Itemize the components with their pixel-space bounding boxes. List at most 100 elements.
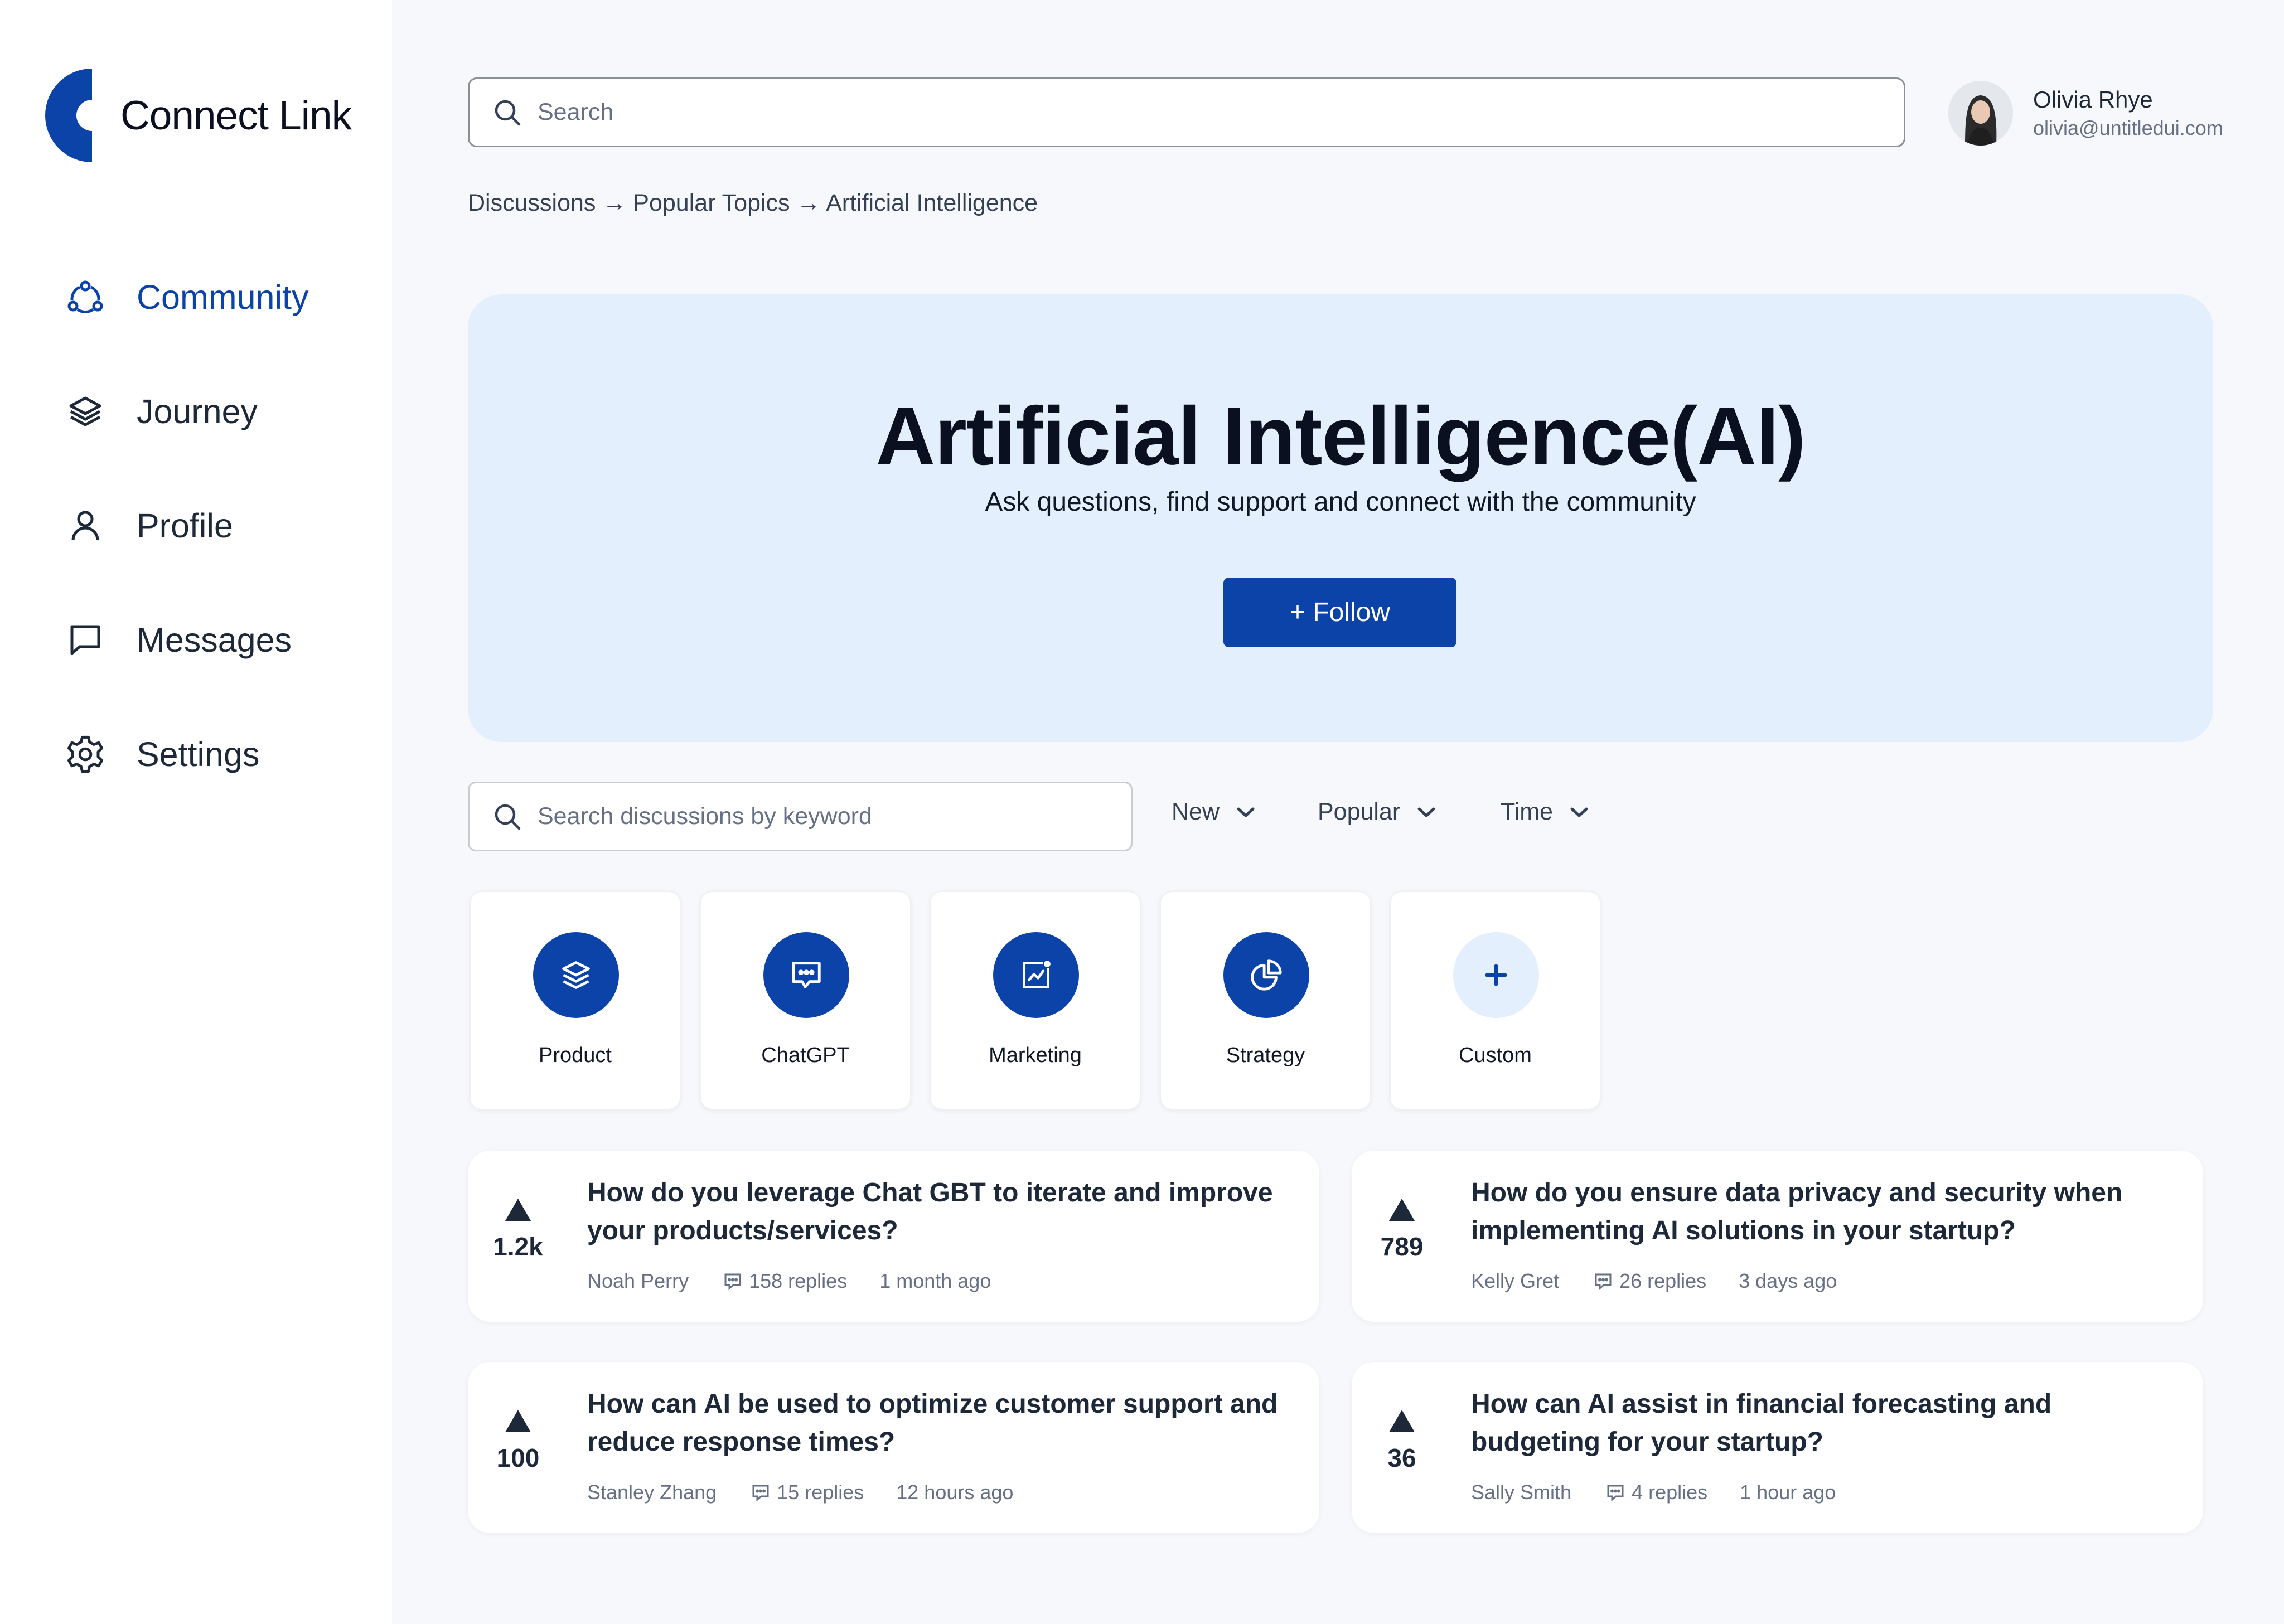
chart-icon xyxy=(993,932,1079,1018)
sidebar: Connect Link Community Journey Profile M… xyxy=(0,0,392,1624)
chevron-down-icon xyxy=(1417,807,1435,817)
sidebar-item-label: Messages xyxy=(137,621,292,659)
author-name[interactable]: Stanley Zhang xyxy=(587,1481,717,1504)
sidebar-item-label: Community xyxy=(137,278,309,316)
sidebar-item-messages[interactable]: Messages xyxy=(65,620,292,660)
replies[interactable]: 158 replies xyxy=(723,1269,847,1293)
search-icon xyxy=(495,804,521,830)
layers-icon xyxy=(65,391,105,432)
pie-icon xyxy=(1223,932,1309,1018)
category-label: ChatGPT xyxy=(761,1044,850,1067)
discussion-meta: Stanley Zhang 15 replies 12 hours ago xyxy=(587,1481,1013,1504)
comment-icon xyxy=(1595,1273,1612,1291)
discussion-meta: Sally Smith 4 replies 1 hour ago xyxy=(1471,1481,1836,1504)
discussion-card[interactable]: 100 How can AI be used to optimize custo… xyxy=(468,1362,1319,1533)
filter-label: Time xyxy=(1501,798,1553,825)
sidebar-item-settings[interactable]: Settings xyxy=(65,734,259,774)
filter-new[interactable]: New xyxy=(1172,798,1255,826)
author-name[interactable]: Sally Smith xyxy=(1471,1481,1571,1504)
filter-label: Popular xyxy=(1318,798,1401,825)
gear-icon xyxy=(65,734,105,774)
vote-widget: 36 xyxy=(1374,1409,1430,1473)
user-menu[interactable]: Olivia Rhye olivia@untitledui.com xyxy=(1948,81,2223,146)
discussion-title[interactable]: How do you leverage Chat GBT to iterate … xyxy=(587,1174,1284,1250)
category-custom[interactable]: Custom xyxy=(1390,891,1601,1110)
category-label: Custom xyxy=(1459,1044,1532,1067)
author-name[interactable]: Noah Perry xyxy=(587,1269,689,1293)
replies[interactable]: 26 replies xyxy=(1594,1269,1706,1293)
filter-time[interactable]: Time xyxy=(1501,798,1589,826)
chevron-down-icon xyxy=(1237,807,1255,817)
comment-icon xyxy=(752,1485,769,1502)
author-name[interactable]: Kelly Gret xyxy=(1471,1269,1559,1293)
upvote-icon[interactable] xyxy=(504,1409,532,1433)
filter-label: New xyxy=(1172,798,1220,825)
category-label: Marketing xyxy=(989,1044,1082,1067)
user-email: olivia@untitledui.com xyxy=(2033,117,2223,139)
vote-count: 100 xyxy=(496,1443,540,1472)
category-strategy[interactable]: Strategy xyxy=(1160,891,1371,1110)
global-search[interactable]: Search xyxy=(468,77,1905,147)
chevron-down-icon xyxy=(1570,807,1588,817)
vote-widget: 1.2k xyxy=(490,1198,546,1262)
category-label: Strategy xyxy=(1226,1044,1305,1067)
vote-widget: 789 xyxy=(1374,1198,1430,1262)
upvote-icon[interactable] xyxy=(1388,1198,1416,1222)
logo-mark-icon xyxy=(45,69,92,162)
category-chatgpt[interactable]: ChatGPT xyxy=(700,891,911,1110)
category-label: Product xyxy=(539,1044,612,1067)
discussion-search-input[interactable]: Search discussions by keyword xyxy=(538,803,872,830)
replies[interactable]: 15 replies xyxy=(751,1481,864,1504)
discussion-search[interactable]: Search discussions by keyword xyxy=(468,782,1133,851)
replies[interactable]: 4 replies xyxy=(1606,1481,1707,1504)
brand-logo[interactable]: Connect Link xyxy=(41,69,352,162)
upvote-icon[interactable] xyxy=(1388,1409,1416,1433)
timestamp: 3 days ago xyxy=(1739,1269,1837,1292)
user-icon xyxy=(65,506,105,546)
sidebar-item-label: Settings xyxy=(137,735,260,773)
layers-icon xyxy=(533,932,619,1018)
reply-count: 15 replies xyxy=(777,1481,864,1504)
discussion-card[interactable]: 36 How can AI assist in financial foreca… xyxy=(1352,1362,2203,1533)
category-product[interactable]: Product xyxy=(470,891,681,1110)
sidebar-item-journey[interactable]: Journey xyxy=(65,391,258,432)
brand-name: Connect Link xyxy=(120,93,352,138)
sidebar-item-profile[interactable]: Profile xyxy=(65,506,233,546)
discussion-meta: Noah Perry 158 replies 1 month ago xyxy=(587,1269,991,1293)
page-title: Artificial Intelligence(AI) xyxy=(875,390,1806,482)
discussion-title[interactable]: How can AI assist in financial forecasti… xyxy=(1471,1385,2168,1461)
discussion-card[interactable]: 1.2k How do you leverage Chat GBT to ite… xyxy=(468,1151,1319,1322)
community-icon xyxy=(65,277,105,317)
discussion-title[interactable]: How do you ensure data privacy and secur… xyxy=(1471,1174,2168,1250)
vote-widget: 100 xyxy=(490,1409,546,1473)
page-subtitle: Ask questions, find support and connect … xyxy=(985,487,1696,517)
sidebar-item-label: Journey xyxy=(137,392,258,430)
reply-count: 26 replies xyxy=(1619,1269,1707,1292)
plus-icon xyxy=(1453,932,1539,1018)
timestamp: 12 hours ago xyxy=(896,1481,1014,1504)
discussion-title[interactable]: How can AI be used to optimize customer … xyxy=(587,1385,1284,1461)
filter-popular[interactable]: Popular xyxy=(1318,798,1436,826)
chat-icon xyxy=(763,932,849,1018)
topic-hero: Artificial Intelligence(AI) Ask question… xyxy=(468,294,2213,742)
user-info: Olivia Rhye olivia@untitledui.com xyxy=(2033,86,2223,140)
discussion-card[interactable]: 789 How do you ensure data privacy and s… xyxy=(1352,1151,2203,1322)
follow-button[interactable]: + Follow xyxy=(1223,578,1456,647)
category-marketing[interactable]: Marketing xyxy=(930,891,1141,1110)
search-input[interactable]: Search xyxy=(538,99,613,126)
message-icon xyxy=(65,620,105,660)
vote-count: 1.2k xyxy=(493,1232,543,1261)
vote-count: 36 xyxy=(1387,1443,1416,1472)
sidebar-item-label: Profile xyxy=(137,507,233,545)
reply-count: 4 replies xyxy=(1632,1481,1708,1504)
comment-icon xyxy=(1607,1485,1624,1502)
timestamp: 1 month ago xyxy=(879,1269,991,1292)
upvote-icon[interactable] xyxy=(504,1198,532,1222)
sidebar-item-community[interactable]: Community xyxy=(65,277,308,317)
avatar[interactable] xyxy=(1948,81,2013,146)
timestamp: 1 hour ago xyxy=(1740,1481,1836,1504)
breadcrumb[interactable]: Discussions → Popular Topics → Artificia… xyxy=(468,190,1038,217)
comment-icon xyxy=(724,1273,741,1291)
user-name: Olivia Rhye xyxy=(2033,86,2153,113)
reply-count: 158 replies xyxy=(749,1269,848,1292)
